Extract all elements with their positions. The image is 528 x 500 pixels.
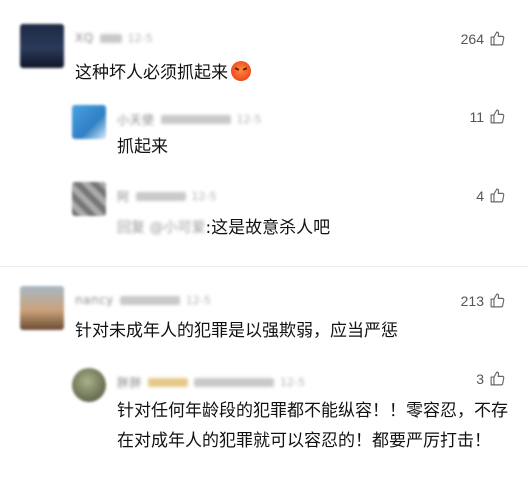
comment-2: nancy 12-5 213 针对未成年人的犯罪是以强欺弱，应当严惩 胖胖 12… <box>0 266 528 500</box>
username[interactable]: XQ <box>75 31 94 45</box>
timestamp: 12-5 <box>236 113 262 126</box>
angry-face-icon <box>231 61 251 81</box>
comment-meta: XQ 12-5 <box>75 31 153 45</box>
like-button[interactable]: 4 <box>476 187 506 204</box>
like-count: 264 <box>460 30 484 47</box>
reply-text: 抓起来 <box>117 137 168 157</box>
avatar[interactable] <box>72 182 106 216</box>
reply-text: 针对任何年龄段的犯罪都不能纵容！！零容忍，不存在对成年人的犯罪就可以容忍的！都要… <box>117 401 508 451</box>
reply-meta: 小天使 12-5 <box>117 111 261 128</box>
like-button[interactable]: 264 <box>461 30 506 47</box>
timestamp: 12-5 <box>185 293 211 307</box>
like-count: 11 <box>469 108 484 125</box>
avatar[interactable] <box>72 105 106 139</box>
reply-meta: 胖胖 12-5 <box>117 374 305 391</box>
thumbs-up-icon <box>490 371 505 386</box>
reply-quote-user[interactable]: 回复 @小可爱 <box>117 215 205 242</box>
thumbs-up-icon <box>490 31 505 46</box>
timestamp: 12-5 <box>280 376 305 389</box>
reply-text: 回复 @小可爱:这是故意杀人吧 <box>117 215 330 242</box>
like-button[interactable]: 3 <box>476 370 506 387</box>
avatar[interactable] <box>72 368 106 402</box>
like-button[interactable]: 11 <box>469 108 506 125</box>
like-count: 4 <box>476 187 484 204</box>
avatar[interactable] <box>20 24 64 68</box>
comment-text: 针对未成年人的犯罪是以强欺弱，应当严惩 <box>75 321 398 341</box>
username[interactable]: 阿 <box>117 188 130 205</box>
thumbs-up-icon <box>490 109 505 124</box>
avatar[interactable] <box>20 286 64 330</box>
comment-text: 这种坏人必须抓起来 <box>75 60 251 87</box>
timestamp: 12-5 <box>127 31 153 45</box>
comment-meta: nancy 12-5 <box>75 293 211 307</box>
like-count: 213 <box>460 292 484 309</box>
username[interactable]: nancy <box>75 293 114 307</box>
username[interactable]: 小天使 <box>117 111 155 128</box>
timestamp: 12-5 <box>191 190 217 203</box>
thumbs-up-icon <box>490 188 505 203</box>
comment-1: XQ 12-5 264 这种坏人必须抓起来 小天使 12-5 11 抓起来 阿 … <box>0 0 528 265</box>
reply-meta: 阿 12-5 <box>117 188 216 205</box>
like-count: 3 <box>476 370 484 387</box>
thumbs-up-icon <box>490 293 505 308</box>
like-button[interactable]: 213 <box>461 292 506 309</box>
username[interactable]: 胖胖 <box>117 374 142 391</box>
